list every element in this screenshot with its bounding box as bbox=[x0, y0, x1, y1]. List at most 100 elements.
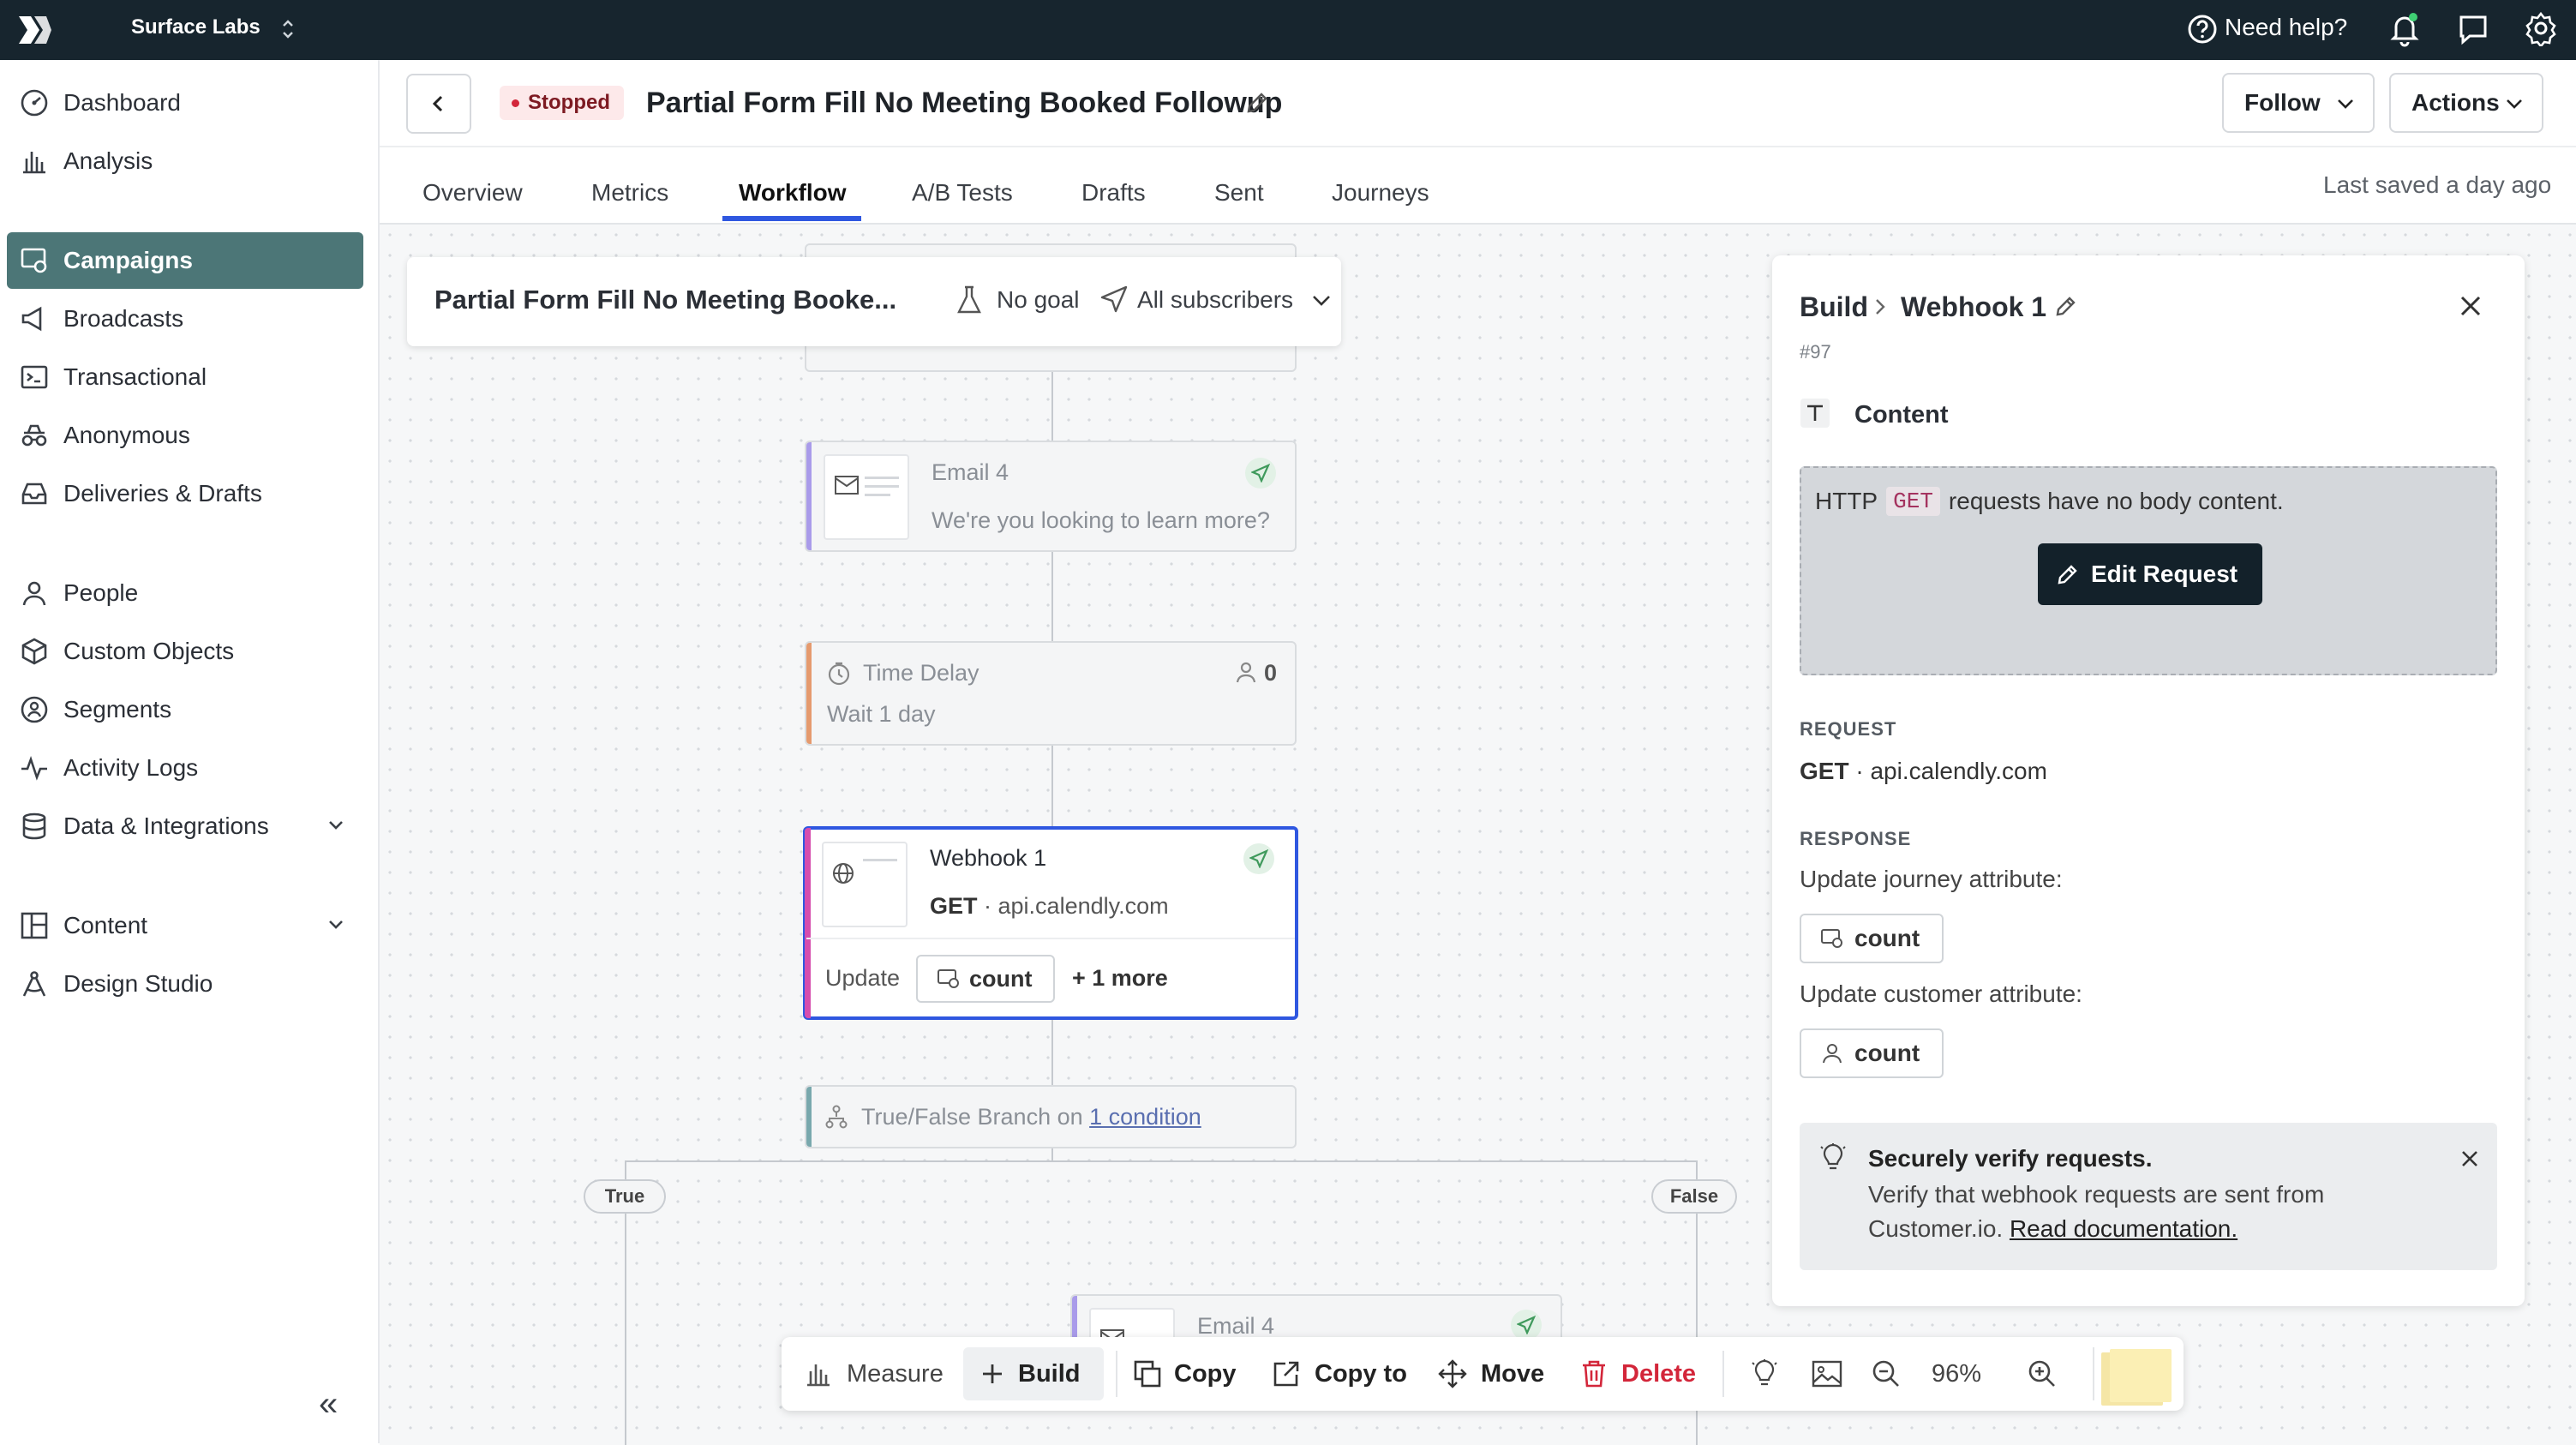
notice-body: Verify that webhook requests are sent fr… bbox=[1868, 1181, 2325, 1208]
sidebar-item-label: Deliveries & Drafts bbox=[63, 480, 262, 507]
campaign-header: Stopped Partial Form Fill No Meeting Boo… bbox=[380, 60, 2576, 223]
campaign-summary-card[interactable]: Partial Form Fill No Meeting Booke... No… bbox=[407, 257, 1341, 346]
workflow-node-email-4[interactable]: Email 4 We're you looking to learn more? bbox=[805, 441, 1297, 552]
tab-overview[interactable]: Overview bbox=[422, 163, 523, 223]
edit-title-pencil-icon[interactable] bbox=[1243, 89, 1271, 117]
edit-name-pencil-icon[interactable] bbox=[2053, 293, 2079, 319]
branch-condition-link[interactable]: 1 condition bbox=[1089, 1104, 1201, 1130]
org-switch-icon[interactable] bbox=[281, 17, 295, 41]
zoom-in-icon[interactable] bbox=[2028, 1337, 2057, 1411]
chevron-down-icon[interactable] bbox=[1310, 290, 1333, 312]
goal-text[interactable]: No goal bbox=[997, 286, 1080, 314]
settings-gear-icon[interactable] bbox=[2523, 10, 2559, 46]
more-attributes-link[interactable]: + 1 more bbox=[1072, 965, 1168, 992]
workflow-node-time-delay[interactable]: Time Delay Wait 1 day 0 bbox=[805, 641, 1297, 746]
top-bar: Surface Labs Need help? bbox=[0, 0, 2576, 60]
sidebar-item-activity-logs[interactable]: Activity Logs bbox=[7, 740, 363, 796]
build-button[interactable]: Build bbox=[963, 1347, 1104, 1400]
edit-request-button[interactable]: Edit Request bbox=[2038, 543, 2262, 605]
globe-icon bbox=[832, 862, 854, 884]
webhook-thumbnail bbox=[822, 842, 908, 927]
copy-button[interactable]: Copy bbox=[1133, 1337, 1237, 1411]
active-tab-indicator bbox=[722, 216, 861, 221]
follow-label: Follow bbox=[2244, 89, 2321, 116]
sidebar-item-analysis[interactable]: Analysis bbox=[7, 133, 363, 189]
sidebar-item-label: Analysis bbox=[63, 147, 153, 174]
close-panel-icon[interactable] bbox=[2458, 293, 2483, 319]
false-branch-label: False bbox=[1651, 1179, 1737, 1214]
send-icon bbox=[1099, 285, 1129, 314]
measure-button[interactable]: Measure bbox=[804, 1337, 944, 1411]
toolbar-divider bbox=[1116, 1351, 1117, 1397]
sidebar-item-broadcasts[interactable]: Broadcasts bbox=[7, 291, 363, 347]
sidebar-item-custom-objects[interactable]: Custom Objects bbox=[7, 623, 363, 680]
tips-lightbulb-icon[interactable] bbox=[1750, 1337, 1779, 1411]
actions-button[interactable]: Actions bbox=[2389, 73, 2543, 133]
sidebar-item-campaigns[interactable]: Campaigns bbox=[7, 232, 363, 289]
sidebar-item-anonymous[interactable]: Anonymous bbox=[7, 407, 363, 464]
edit-request-label: Edit Request bbox=[2091, 561, 2238, 587]
people-count: 0 bbox=[1264, 660, 1278, 686]
customer-attribute-chip[interactable]: count bbox=[1800, 1028, 1944, 1078]
tab-workflow[interactable]: Workflow bbox=[739, 163, 846, 223]
journey-attribute-chip[interactable]: count bbox=[1800, 914, 1944, 963]
person-icon bbox=[17, 576, 51, 610]
sticky-note-button[interactable] bbox=[2101, 1349, 2173, 1406]
sidebar-item-label: Data & Integrations bbox=[63, 812, 269, 839]
sidebar-item-dashboard[interactable]: Dashboard bbox=[7, 75, 363, 131]
sidebar-item-transactional[interactable]: Transactional bbox=[7, 349, 363, 405]
count-attribute-chip[interactable]: count bbox=[916, 955, 1055, 1003]
sidebar-item-label: Design Studio bbox=[63, 970, 213, 997]
sidebar-item-label: Content bbox=[63, 912, 148, 938]
node-title: Webhook 1 bbox=[930, 845, 1047, 871]
tab-ab-tests[interactable]: A/B Tests bbox=[912, 163, 1013, 223]
sidebar-item-label: Broadcasts bbox=[63, 305, 184, 332]
tab-metrics[interactable]: Metrics bbox=[591, 163, 668, 223]
app-logo-icon[interactable] bbox=[15, 11, 53, 49]
zoom-out-icon[interactable] bbox=[1872, 1337, 1901, 1411]
breadcrumb-chevron-icon bbox=[1872, 297, 1889, 317]
workflow-node-webhook-1[interactable]: Webhook 1 GET · api.calendly.com Update … bbox=[803, 826, 1298, 1020]
node-color-bar bbox=[805, 828, 811, 1018]
sidebar-item-segments[interactable]: Segments bbox=[7, 681, 363, 738]
actions-label: Actions bbox=[2411, 89, 2500, 116]
follow-button[interactable]: Follow bbox=[2222, 73, 2375, 133]
sidebar-item-design-studio[interactable]: Design Studio bbox=[7, 956, 363, 1012]
copy-to-label: Copy to bbox=[1315, 1359, 1407, 1388]
anonymous-glasses-icon bbox=[17, 418, 51, 453]
sidebar: Dashboard Analysis Campaigns Broadcasts … bbox=[0, 60, 380, 1443]
sidebar-item-data-integrations[interactable]: Data & Integrations bbox=[7, 798, 363, 854]
sidebar-item-content[interactable]: Content bbox=[7, 897, 363, 954]
action-id: #97 bbox=[1800, 341, 1831, 363]
chevron-down-icon bbox=[326, 815, 346, 836]
workflow-node-branch[interactable]: True/False Branch on 1 condition bbox=[805, 1085, 1297, 1148]
delete-button[interactable]: Delete bbox=[1580, 1337, 1696, 1411]
response-section-label: RESPONSE bbox=[1800, 828, 1912, 849]
collapse-sidebar-button[interactable]: « bbox=[319, 1385, 338, 1424]
tab-drafts[interactable]: Drafts bbox=[1081, 163, 1146, 223]
sent-status-icon bbox=[1243, 843, 1274, 874]
webhook-details-panel: Build Webhook 1 #97 Content HTTP GET req… bbox=[1772, 255, 2525, 1306]
sidebar-item-deliveries-drafts[interactable]: Deliveries & Drafts bbox=[7, 465, 363, 522]
http-note: HTTP GET requests have no body content. bbox=[1815, 487, 2284, 516]
breadcrumb-build[interactable]: Build bbox=[1800, 291, 1868, 323]
help-link[interactable]: Need help? bbox=[2225, 14, 2347, 41]
notice-body-line2: Customer.io. Read documentation. bbox=[1868, 1215, 2238, 1243]
help-icon[interactable] bbox=[2185, 12, 2220, 46]
tab-journeys[interactable]: Journeys bbox=[1332, 163, 1429, 223]
move-button[interactable]: Move bbox=[1438, 1337, 1544, 1411]
copy-to-button[interactable]: Copy to bbox=[1272, 1337, 1407, 1411]
request-summary: GET · api.calendly.com bbox=[1800, 758, 2047, 785]
back-button[interactable] bbox=[406, 74, 471, 134]
org-name[interactable]: Surface Labs bbox=[131, 15, 261, 39]
cube-icon bbox=[17, 634, 51, 669]
sidebar-item-people[interactable]: People bbox=[7, 565, 363, 621]
read-documentation-link[interactable]: Read documentation. bbox=[2010, 1215, 2238, 1242]
audience-text[interactable]: All subscribers bbox=[1137, 286, 1293, 314]
tab-sent[interactable]: Sent bbox=[1214, 163, 1264, 223]
messages-icon[interactable] bbox=[2456, 12, 2490, 46]
page-title: Partial Form Fill No Meeting Booked Foll… bbox=[646, 87, 1283, 119]
dismiss-notice-icon[interactable] bbox=[2459, 1148, 2480, 1169]
image-export-icon[interactable] bbox=[1812, 1337, 1842, 1411]
notifications-bell-icon[interactable] bbox=[2387, 10, 2422, 48]
